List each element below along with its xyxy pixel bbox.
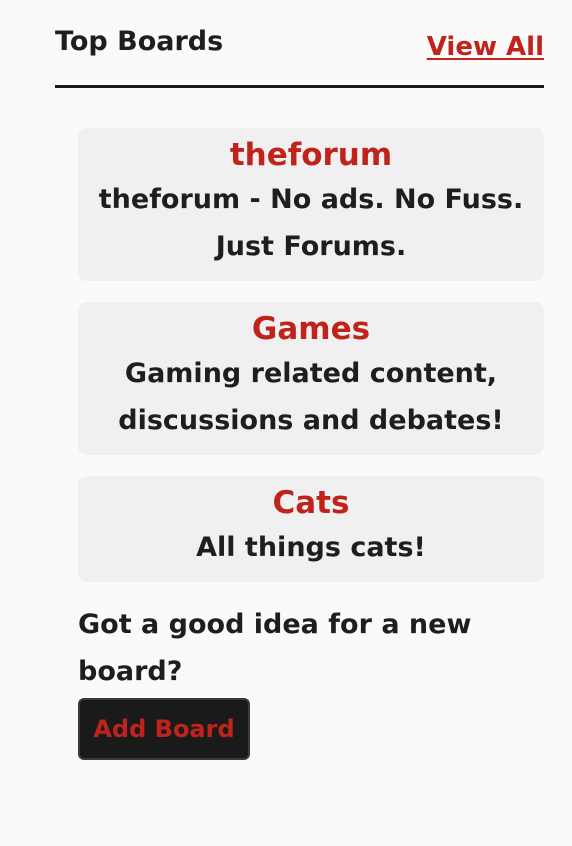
section-title: Top Boards bbox=[55, 26, 224, 57]
board-name-link[interactable]: Games bbox=[96, 308, 526, 350]
board-card-theforum[interactable]: theforum theforum - No ads. No Fuss. Jus… bbox=[78, 128, 544, 281]
board-list: theforum theforum - No ads. No Fuss. Jus… bbox=[78, 128, 544, 603]
board-card-cats[interactable]: Cats All things cats! bbox=[78, 476, 544, 582]
board-name-link[interactable]: Cats bbox=[96, 482, 526, 524]
board-name-link[interactable]: theforum bbox=[96, 134, 526, 176]
board-description: All things cats! bbox=[196, 532, 426, 563]
board-card-games[interactable]: Games Gaming related content, discussion… bbox=[78, 302, 544, 455]
board-description: Gaming related content, discussions and … bbox=[118, 358, 504, 436]
new-board-prompt: Got a good idea for a new board? bbox=[78, 609, 472, 687]
add-board-button[interactable]: Add Board bbox=[78, 698, 250, 760]
top-boards-header: Top Boards View All bbox=[55, 0, 544, 88]
view-all-link[interactable]: View All bbox=[427, 34, 544, 60]
board-description: theforum - No ads. No Fuss. Just Forums. bbox=[98, 184, 524, 262]
